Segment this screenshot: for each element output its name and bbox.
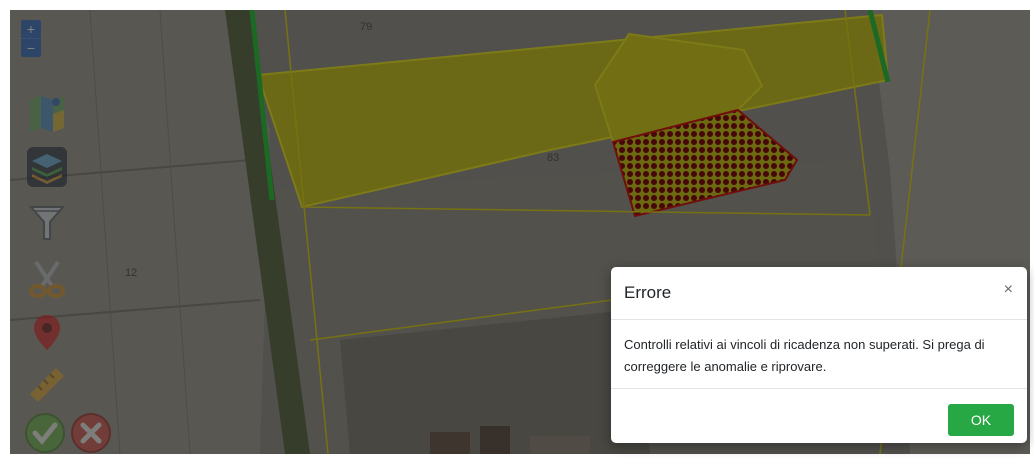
ok-button[interactable]: OK [948, 404, 1014, 436]
dialog-footer: OK [611, 389, 1027, 458]
dialog-header: Errore × [611, 267, 1027, 320]
dialog-title: Errore [624, 283, 672, 302]
dialog-message: Controlli relativi ai vincoli di ricaden… [611, 320, 1027, 389]
close-icon[interactable]: × [1004, 281, 1013, 299]
error-dialog: Errore × Controlli relativi ai vincoli d… [611, 267, 1027, 443]
